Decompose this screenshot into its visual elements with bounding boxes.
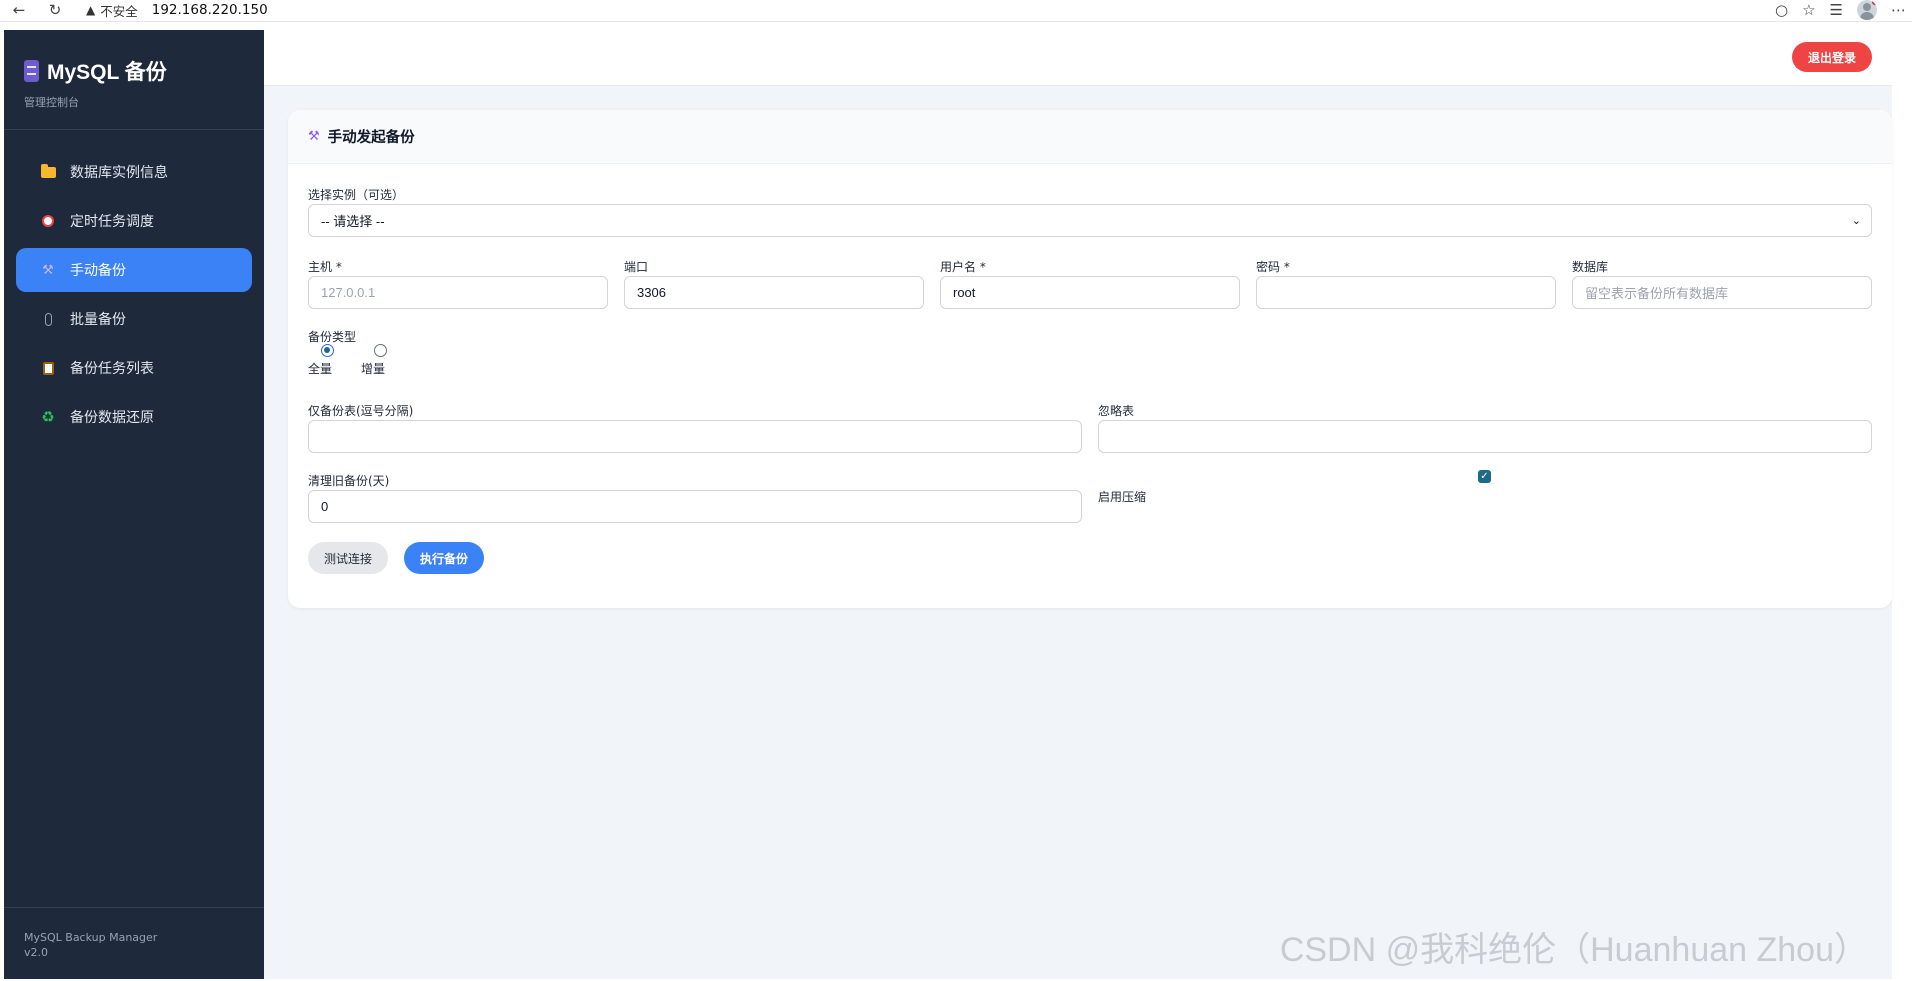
brand-title: MySQL 备份 [24, 56, 244, 86]
cleanup-days-value: 0 [321, 499, 329, 514]
insecure-label: 不安全 [100, 3, 138, 19]
password-label: 密码 * [1256, 260, 1290, 274]
recycle-icon: ♻ [41, 408, 55, 426]
port-value: 3306 [637, 285, 666, 300]
paperclip-icon [40, 311, 56, 327]
test-connection-button[interactable]: 测试连接 [308, 542, 388, 574]
username-value: root [953, 285, 976, 300]
sidebar-footer: MySQL Backup Manager v2.0 [4, 907, 264, 979]
reload-icon[interactable]: ↻ [42, 0, 68, 20]
card-title: 手动发起备份 [327, 130, 415, 146]
host-label: 主机 * [308, 260, 342, 274]
host-input[interactable]: 127.0.0.1 [308, 276, 608, 309]
sidebar: MySQL 备份 管理控制台 数据库实例信息 定时任务调度 ⚒ 手动备份 批量备… [4, 30, 264, 979]
backup-type-label: 备份类型 [308, 330, 357, 344]
browser-toolbar: ← ↻ ▲ 不安全 192.168.220.150 ○ ☆ ☰ ⋯ [0, 0, 1912, 22]
tools-icon: ⚒ [308, 129, 320, 144]
ignore-tables-label: 忽略表 [1098, 404, 1135, 418]
sidebar-item-task-list[interactable]: 备份任务列表 [16, 346, 252, 390]
profile-avatar-icon[interactable] [1857, 0, 1877, 20]
sidebar-item-schedule[interactable]: 定时任务调度 [16, 199, 252, 243]
browser-actions: ○ ☆ ☰ ⋯ [1775, 0, 1912, 20]
notification-dot [1872, 0, 1877, 5]
chevron-down-icon: ⌄ [1851, 215, 1861, 227]
database-label: 数据库 [1572, 260, 1609, 274]
sidebar-item-label: 备份任务列表 [70, 361, 154, 377]
host-placeholder: 127.0.0.1 [321, 285, 376, 300]
sidebar-item-label: 备份数据还原 [70, 410, 154, 426]
alarm-clock-icon [40, 213, 56, 229]
database-placeholder: 留空表示备份所有数据库 [1585, 286, 1729, 301]
instance-select[interactable]: -- 请选择 -- ⌄ [308, 204, 1872, 237]
sidebar-item-manual-backup[interactable]: ⚒ 手动备份 [16, 248, 252, 292]
sidebar-item-restore[interactable]: ♻ 备份数据还原 [16, 395, 252, 439]
watermark: CSDN @我科绝伦（Huanhuan Zhou） [1279, 931, 1868, 969]
instance-label: 选择实例（可选） [308, 188, 405, 202]
brand-subtitle: 管理控制台 [24, 96, 79, 109]
compress-label: 启用压缩 [1098, 490, 1147, 504]
username-input[interactable]: root [940, 276, 1240, 309]
sidebar-menu: 数据库实例信息 定时任务调度 ⚒ 手动备份 批量备份 备份任务列表 ♻ 备份数据… [4, 130, 264, 439]
cleanup-label: 清理旧备份(天) [308, 474, 390, 488]
address-bar[interactable]: ▲ 不安全 192.168.220.150 [76, 0, 1756, 20]
brand-title-text: MySQL 备份 [47, 61, 167, 84]
sidebar-item-label: 定时任务调度 [70, 214, 154, 230]
run-backup-button[interactable]: 执行备份 [404, 542, 484, 574]
footer-app-name: MySQL Backup Manager [24, 931, 158, 944]
backup-type-incremental-radio[interactable] [374, 344, 387, 357]
favorite-star-icon[interactable]: ☆ [1802, 1, 1815, 19]
only-tables-input[interactable] [308, 420, 1082, 453]
ignore-tables-input[interactable] [1098, 420, 1872, 453]
folder-icon [40, 163, 56, 180]
main-content: ⚒ 手动发起备份 选择实例（可选） -- 请选择 -- ⌄ 主机 * 127.0… [264, 86, 1892, 979]
favorites-list-icon[interactable]: ☰ [1830, 1, 1843, 19]
sidebar-item-batch-backup[interactable]: 批量备份 [16, 297, 252, 341]
more-menu-icon[interactable]: ⋯ [1891, 1, 1906, 19]
clipboard-icon [40, 360, 56, 376]
cleanup-days-input[interactable]: 0 [308, 490, 1082, 523]
password-input[interactable] [1256, 276, 1556, 309]
reader-mode-icon[interactable]: ○ [1775, 1, 1788, 19]
card-header: ⚒ 手动发起备份 [288, 110, 1892, 164]
database-input[interactable]: 留空表示备份所有数据库 [1572, 276, 1872, 309]
sidebar-item-label: 数据库实例信息 [70, 165, 168, 181]
back-arrow-icon[interactable]: ← [6, 0, 32, 20]
top-bar: 退出登录 [264, 30, 1892, 86]
logout-button[interactable]: 退出登录 [1791, 42, 1872, 72]
database-icon [24, 60, 39, 82]
footer-version: v2.0 [24, 946, 49, 959]
warning-triangle-icon: ▲ [86, 3, 96, 17]
backup-type-full-label: 全量 [308, 362, 333, 376]
brand: MySQL 备份 管理控制台 [4, 30, 264, 130]
manual-backup-card: ⚒ 手动发起备份 选择实例（可选） -- 请选择 -- ⌄ 主机 * 127.0… [288, 110, 1892, 608]
compress-checkbox[interactable]: ✓ [1478, 470, 1491, 483]
only-tables-label: 仅备份表(逗号分隔) [308, 404, 414, 418]
port-label: 端口 [624, 260, 649, 274]
sidebar-item-instances[interactable]: 数据库实例信息 [16, 150, 252, 194]
backup-type-full-radio[interactable] [321, 344, 334, 357]
backup-type-incremental-label: 增量 [361, 362, 386, 376]
url-text: 192.168.220.150 [151, 2, 268, 18]
instance-select-value: -- 请选择 -- [321, 214, 385, 229]
sidebar-item-label: 批量备份 [70, 312, 126, 328]
port-input[interactable]: 3306 [624, 276, 924, 309]
sidebar-item-label: 手动备份 [70, 263, 126, 279]
username-label: 用户名 * [940, 260, 986, 274]
tools-icon: ⚒ [42, 262, 54, 278]
